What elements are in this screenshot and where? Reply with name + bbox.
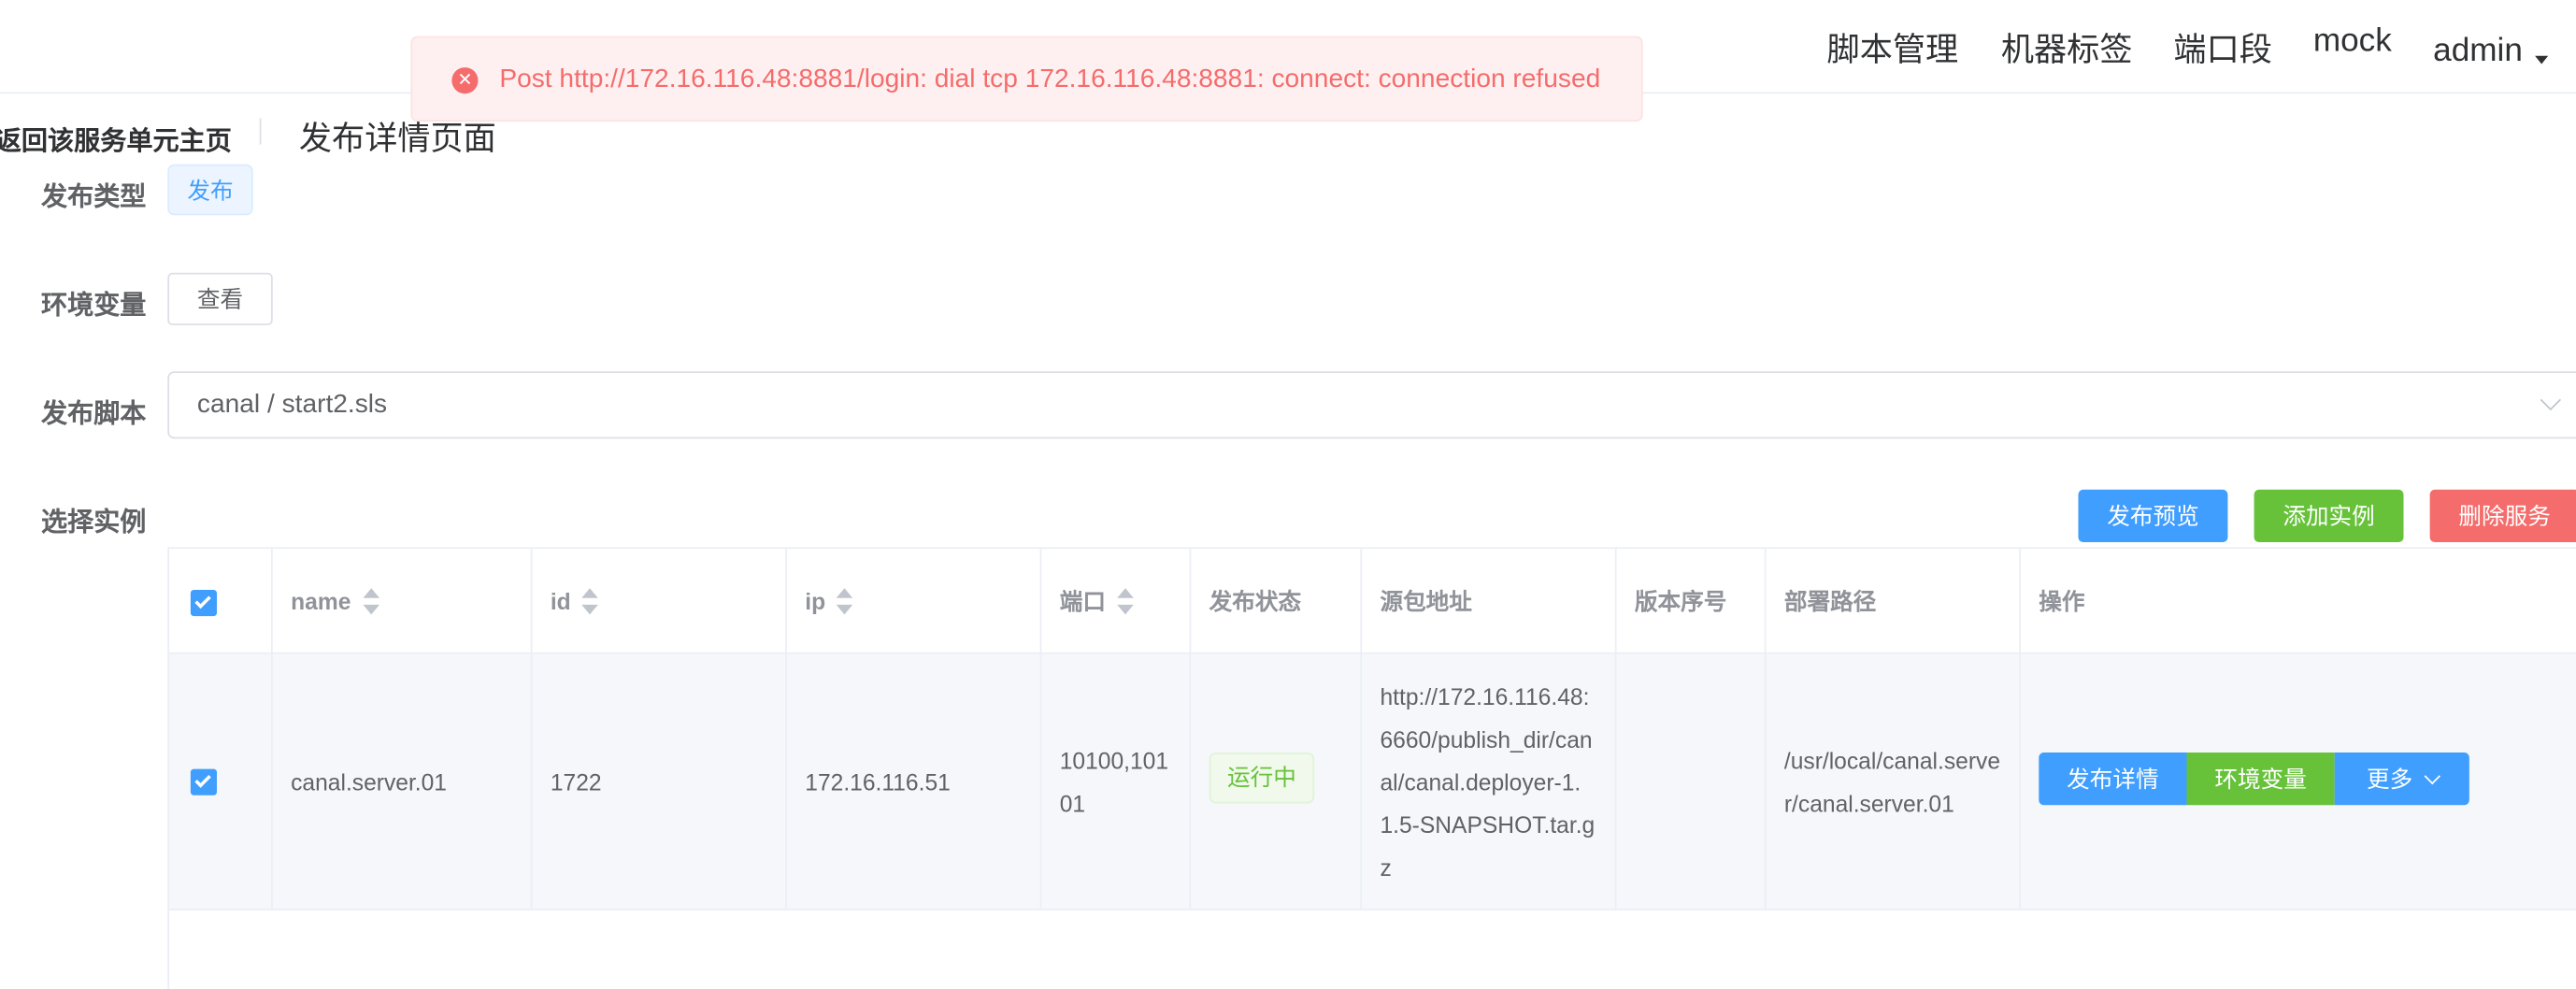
instance-port: 10100,10101 bbox=[1059, 746, 1169, 816]
instance-ip: 172.16.116.51 bbox=[805, 767, 951, 795]
chevron-down-icon bbox=[2423, 767, 2440, 785]
sort-icon[interactable] bbox=[361, 588, 380, 615]
column-label: ip bbox=[805, 588, 826, 615]
add-instance-button[interactable]: 添加实例 bbox=[2254, 489, 2404, 543]
nav-item-mock[interactable]: mock bbox=[2313, 23, 2392, 61]
cell-name: canal.server.01 bbox=[272, 653, 533, 910]
cell-ip: 172.16.116.51 bbox=[786, 653, 1042, 910]
column-header-actions: 操作 bbox=[2020, 549, 2576, 654]
env-vars-button[interactable]: 环境变量 bbox=[2186, 752, 2335, 806]
column-header-port[interactable]: 端口 bbox=[1041, 549, 1192, 654]
row-checkbox[interactable] bbox=[190, 768, 218, 796]
header-divider bbox=[259, 118, 262, 145]
publish-detail-button[interactable]: 发布详情 bbox=[2039, 752, 2187, 806]
sort-icon[interactable] bbox=[580, 588, 600, 615]
cell-port: 10100,10101 bbox=[1041, 653, 1192, 910]
env-label: 环境变量 bbox=[40, 292, 147, 321]
more-dropdown-button[interactable]: 更多 bbox=[2334, 752, 2469, 806]
cell-source: http://172.16.116.48:6660/publish_dir/ca… bbox=[1362, 653, 1617, 910]
column-label: id bbox=[550, 588, 571, 615]
column-header-status: 发布状态 bbox=[1191, 549, 1363, 654]
instance-name: canal.server.01 bbox=[291, 767, 448, 795]
column-label: name bbox=[291, 588, 351, 615]
row-select-cell bbox=[169, 653, 273, 910]
select-all-checkbox[interactable] bbox=[190, 590, 218, 617]
chevron-down-icon bbox=[2540, 389, 2562, 411]
publish-type-label: 发布类型 bbox=[40, 183, 147, 212]
header-select-cell bbox=[169, 549, 273, 654]
script-label: 发布脚本 bbox=[40, 400, 147, 429]
column-header-source: 源包地址 bbox=[1362, 549, 1617, 654]
caret-down-icon bbox=[2535, 55, 2550, 64]
column-header-version: 版本序号 bbox=[1616, 549, 1767, 654]
username: admin bbox=[2433, 33, 2523, 69]
script-select[interactable]: canal / start2.sls bbox=[167, 371, 2576, 439]
view-env-button[interactable]: 查看 bbox=[167, 272, 273, 326]
deploy-path: /usr/local/canal.server/canal.server.01 bbox=[1783, 746, 2001, 816]
back-to-service-link[interactable]: 返回该服务单元主页 bbox=[0, 119, 232, 158]
cell-deploy-path: /usr/local/canal.server/canal.server.01 bbox=[1766, 653, 2021, 910]
page-title: 发布详情页面 bbox=[298, 122, 496, 158]
nav-item-port-ranges[interactable]: 端口段 bbox=[2173, 23, 2271, 71]
instance-id: 1722 bbox=[550, 767, 602, 795]
nav-item-machine-tags[interactable]: 机器标签 bbox=[2001, 23, 2133, 71]
cell-version bbox=[1616, 653, 1767, 910]
cell-status: 运行中 bbox=[1191, 653, 1363, 910]
publish-preview-button[interactable]: 发布预览 bbox=[2078, 489, 2228, 543]
delete-service-button[interactable]: 删除服务 bbox=[2429, 489, 2576, 543]
instances-label: 选择实例 bbox=[40, 509, 147, 538]
column-label: 端口 bbox=[1059, 588, 1106, 615]
publish-type-tag: 发布 bbox=[167, 164, 253, 216]
column-header-ip[interactable]: ip bbox=[786, 549, 1042, 654]
cell-actions: 发布详情 环境变量 更多 bbox=[2020, 653, 2576, 910]
column-header-id[interactable]: id bbox=[532, 549, 787, 654]
error-toast: ✕ Post http://172.16.116.48:8881/login: … bbox=[410, 36, 1643, 122]
more-label: 更多 bbox=[2366, 766, 2413, 793]
page: 脚本管理 机器标签 端口段 mock admin ✕ Post http://1… bbox=[0, 0, 2576, 989]
source-url: http://172.16.116.48:6660/publish_dir/ca… bbox=[1380, 682, 1596, 881]
user-menu[interactable]: admin bbox=[2433, 33, 2550, 70]
column-header-deploy-path: 部署路径 bbox=[1766, 549, 2021, 654]
cell-id: 1722 bbox=[532, 653, 787, 910]
instances-table: name id ip 端口 发布状态 源包地址 版本序号 部署路径 操作 can… bbox=[167, 547, 2576, 989]
sort-icon[interactable] bbox=[1115, 588, 1135, 615]
status-badge: 运行中 bbox=[1209, 752, 1315, 804]
error-circle-icon: ✕ bbox=[451, 67, 479, 94]
script-select-value: canal / start2.sls bbox=[196, 391, 388, 420]
column-header-name[interactable]: name bbox=[272, 549, 533, 654]
error-message: Post http://172.16.116.48:8881/login: di… bbox=[499, 65, 1601, 94]
nav-item-scripts[interactable]: 脚本管理 bbox=[1827, 23, 1959, 71]
sort-icon[interactable] bbox=[836, 588, 855, 615]
